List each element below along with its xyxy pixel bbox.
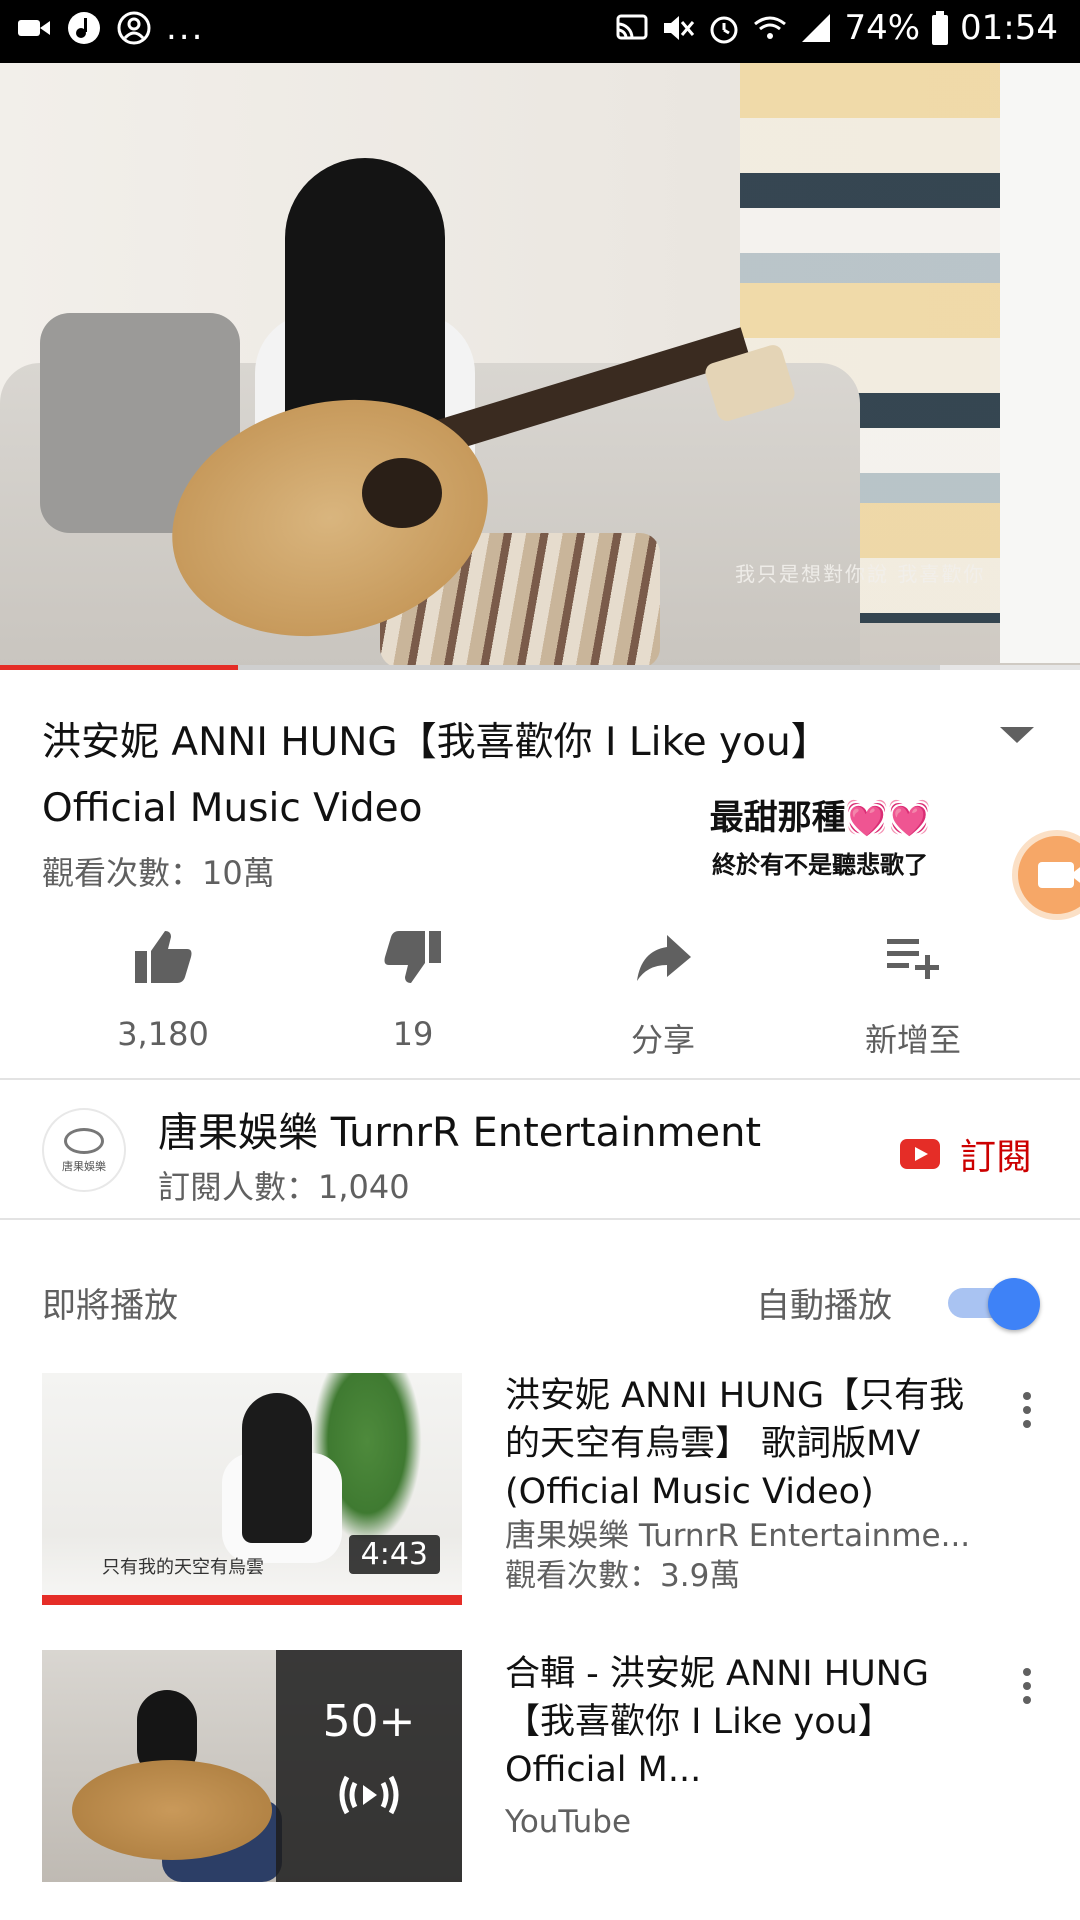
battery-percent: 74%	[844, 8, 921, 48]
dislike-count: 19	[392, 1015, 434, 1053]
channel-logo-text: 唐果娛樂	[62, 1160, 106, 1173]
playlist-thumbnail[interactable]: 50+	[42, 1650, 462, 1882]
toggle-knob	[988, 1278, 1040, 1330]
share-button[interactable]: 分享	[538, 920, 788, 1070]
signal-icon	[802, 14, 831, 42]
progress-fill	[0, 665, 238, 670]
duration-badge: 4:43	[348, 1535, 440, 1574]
playlist-add-icon	[887, 939, 939, 979]
account-circle-icon	[117, 11, 151, 45]
sticker-line-1: 最甜那種💓💓	[709, 798, 931, 838]
sticker-overlay: 最甜那種💓💓 終於有不是聽悲歌了	[650, 790, 990, 880]
add-label: 新增至	[864, 1021, 961, 1059]
thumb-person	[242, 1393, 312, 1543]
thumb-caption: 只有我的天空有烏雲	[102, 1557, 264, 1578]
autoplay-toggle[interactable]	[948, 1278, 1040, 1330]
like-button[interactable]: 3,180	[38, 920, 288, 1070]
cast-icon	[616, 14, 648, 40]
subscriber-count: 訂閱人數：1,040	[158, 1168, 410, 1206]
view-count: 觀看次數：10萬	[42, 854, 275, 892]
floating-camera-button[interactable]	[1012, 830, 1080, 920]
watched-progress-bar	[42, 1595, 462, 1605]
battery-icon	[932, 11, 949, 45]
sticker-line-2: 終於有不是聽悲歌了	[712, 851, 928, 879]
up-next-title: 合輯 - 洪安妮 ANNI HUNG【我喜歡你 I Like you】Offic…	[505, 1654, 929, 1790]
subscribe-label: 訂閱	[960, 1137, 1033, 1178]
share-label: 分享	[630, 1021, 695, 1059]
mute-icon	[664, 16, 695, 40]
divider	[0, 1218, 1080, 1220]
up-next-channel: YouTube	[505, 1804, 632, 1840]
lyric-overlay: 我只是想對你說 我喜歡你	[735, 562, 986, 586]
divider	[0, 1078, 1080, 1080]
up-next-title: 洪安妮 ANNI HUNG【只有我的天空有烏雲】 歌詞版MV (Official…	[505, 1376, 965, 1512]
subscribe-button[interactable]: 訂閱	[900, 1128, 1032, 1180]
up-next-views: 觀看次數：3.9萬	[505, 1558, 741, 1594]
up-next-header: 即將播放	[42, 1286, 178, 1326]
autoplay-label: 自動播放	[756, 1286, 892, 1326]
status-bar: ... 74% 01:54	[0, 0, 1080, 63]
video-player[interactable]: 我只是想對你說 我喜歡你	[0, 63, 1080, 668]
youtube-logo-icon	[900, 1139, 940, 1169]
list-item[interactable]: 合輯 - 洪安妮 ANNI HUNG【我喜歡你 I Like you】Offic…	[505, 1650, 995, 1842]
video-thumbnail[interactable]: 只有我的天空有烏雲 4:43	[42, 1373, 462, 1605]
action-bar: 3,180 19 分享 新增至	[0, 920, 1080, 1070]
share-arrow-icon	[637, 935, 691, 981]
dislike-button[interactable]: 19	[288, 920, 538, 1070]
thumb-guitar	[72, 1760, 272, 1860]
mix-radio-icon	[339, 1775, 399, 1815]
playlist-overlay: 50+	[276, 1650, 462, 1882]
like-count: 3,180	[117, 1015, 209, 1053]
channel-logo-icon	[64, 1128, 104, 1154]
add-to-playlist-button[interactable]: 新增至	[788, 920, 1038, 1070]
status-overflow: ...	[166, 8, 205, 48]
list-item[interactable]: 洪安妮 ANNI HUNG【只有我的天空有烏雲】 歌詞版MV (Official…	[505, 1372, 995, 1596]
video-progress-bar[interactable]	[0, 665, 1080, 670]
thumb-up-icon	[135, 931, 192, 983]
channel-avatar[interactable]: 唐果娛樂	[42, 1108, 126, 1192]
more-options-icon[interactable]	[1020, 1668, 1034, 1708]
channel-name[interactable]: 唐果娛樂 TurnrR Entertainment	[158, 1100, 761, 1158]
scene-guitar-hole	[362, 458, 442, 528]
thumb-down-icon	[384, 931, 441, 983]
playlist-count: 50+	[322, 1696, 416, 1747]
camera-lens-icon	[1070, 864, 1080, 886]
alarm-icon	[710, 16, 738, 44]
expand-description-icon[interactable]	[1000, 725, 1034, 745]
more-options-icon[interactable]	[1020, 1392, 1034, 1432]
wifi-icon	[754, 16, 787, 39]
up-next-channel: 唐果娛樂 TurnrR Entertainme...	[505, 1518, 971, 1554]
scene-window	[1000, 63, 1080, 663]
music-note-icon	[68, 12, 100, 44]
video-camera-icon	[18, 20, 50, 36]
clock: 01:54	[960, 8, 1058, 48]
camera-icon	[1038, 862, 1074, 888]
heart-icon: 💓💓	[845, 798, 931, 838]
